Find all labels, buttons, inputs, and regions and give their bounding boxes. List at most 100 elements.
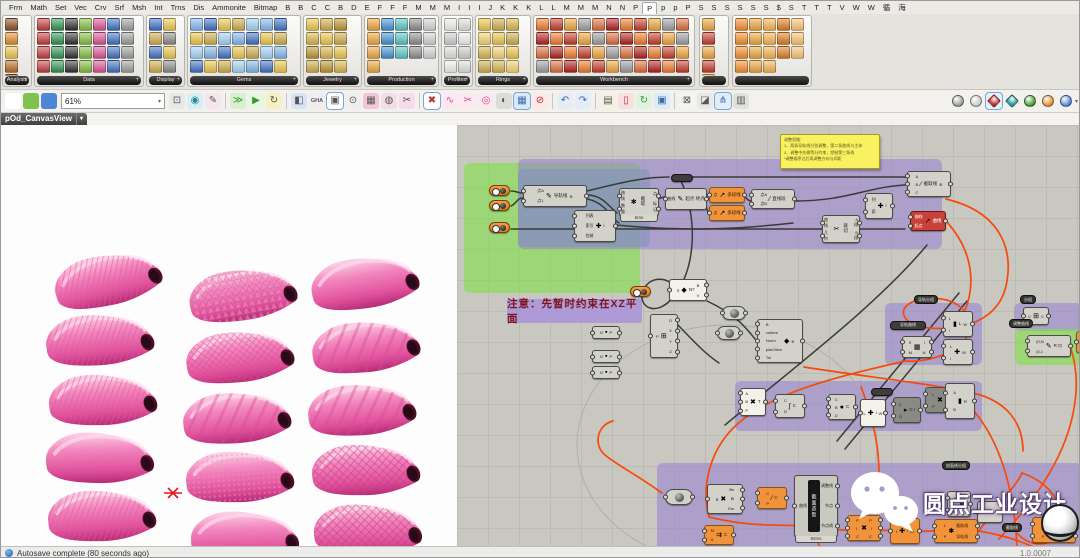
out-port[interactable] xyxy=(917,529,922,534)
tool-icon[interactable] xyxy=(749,46,762,59)
in-port[interactable] xyxy=(888,529,893,534)
tool-icon[interactable] xyxy=(620,60,633,73)
in-port[interactable] xyxy=(738,408,743,413)
tool-icon[interactable] xyxy=(51,46,64,59)
component-8[interactable]: 点↗多段线 xyxy=(709,205,745,221)
panel-expand-icon[interactable]: + xyxy=(23,76,27,85)
tool-icon[interactable] xyxy=(506,18,519,31)
in-port[interactable] xyxy=(863,198,868,203)
component-32[interactable]: SM▦IN xyxy=(902,336,932,358)
tool-icon[interactable] xyxy=(458,32,471,45)
in-port[interactable] xyxy=(891,402,896,407)
grid-view-icon[interactable]: ▦ xyxy=(514,93,530,109)
component-40[interactable]: B✖BnBiEm xyxy=(707,484,743,514)
tool-icon[interactable] xyxy=(204,46,217,59)
menu-item-p[interactable]: p xyxy=(657,2,669,13)
tool-icon[interactable] xyxy=(65,32,78,45)
component-14[interactable] xyxy=(671,174,693,182)
tool-icon[interactable] xyxy=(51,18,64,31)
menu-item-w[interactable]: W xyxy=(864,2,879,13)
tool-icon[interactable] xyxy=(204,32,217,45)
menu-item-frm[interactable]: Frm xyxy=(5,2,26,13)
tool-icon[interactable] xyxy=(381,46,394,59)
display-mode-icon[interactable]: ▥ xyxy=(733,93,749,109)
tool-icon[interactable] xyxy=(260,32,273,45)
tool-icon[interactable] xyxy=(702,46,715,59)
tool-icon[interactable] xyxy=(634,46,647,59)
in-port[interactable] xyxy=(1030,534,1035,539)
out-port[interactable] xyxy=(675,328,680,333)
in-port[interactable] xyxy=(648,334,653,339)
out-port[interactable] xyxy=(784,496,789,501)
component-39[interactable] xyxy=(665,489,693,505)
tool-icon[interactable] xyxy=(107,32,120,45)
out-port[interactable] xyxy=(690,495,695,500)
menu-item-k[interactable]: K xyxy=(522,2,535,13)
undo-icon[interactable]: ↶ xyxy=(557,93,573,109)
in-port[interactable] xyxy=(826,405,831,410)
preview-shaded-gem-icon[interactable] xyxy=(986,93,1002,109)
in-port[interactable] xyxy=(773,398,778,403)
package-icon[interactable]: ▦ xyxy=(363,93,379,109)
tool-icon[interactable] xyxy=(190,60,203,73)
menu-item-p[interactable]: P xyxy=(682,2,695,13)
tool-icon[interactable] xyxy=(620,32,633,45)
tool-icon[interactable] xyxy=(791,32,804,45)
menu-item-t[interactable]: T xyxy=(798,2,811,13)
group-tag[interactable]: 调整曲线 xyxy=(1009,319,1033,328)
out-port[interactable] xyxy=(1068,344,1073,349)
component-19[interactable]: O▪P xyxy=(592,326,620,339)
tool-icon[interactable] xyxy=(409,46,422,59)
tool-icon[interactable] xyxy=(93,60,106,73)
chevron-down-icon[interactable]: ▾ xyxy=(158,98,161,105)
component-28[interactable]: CO▸C I xyxy=(893,397,921,423)
in-port[interactable] xyxy=(738,400,743,405)
tool-icon[interactable] xyxy=(662,46,675,59)
component-9[interactable]: 点A点B∕直线段 xyxy=(751,189,795,209)
new-file-icon[interactable] xyxy=(5,93,21,109)
in-port[interactable] xyxy=(845,534,850,539)
in-port[interactable] xyxy=(1030,522,1035,527)
tool-icon[interactable] xyxy=(444,46,457,59)
tool-icon[interactable] xyxy=(648,60,661,73)
preview-eye-icon[interactable]: ◉ xyxy=(187,93,203,109)
component-33[interactable]: Li▮LW xyxy=(943,311,973,337)
marquee-delete-icon[interactable]: ⊠ xyxy=(679,93,695,109)
tool-icon[interactable] xyxy=(506,46,519,59)
panel-expand-icon[interactable]: + xyxy=(292,76,296,85)
menu-item-s[interactable]: S xyxy=(734,2,747,13)
in-port[interactable] xyxy=(900,340,905,345)
grasshopper-canvas[interactable]: 点A点1✎导轨线⊕列表索引包装✚i曲线数量✱截取点标记5ms曲线✎起点 终点点↗… xyxy=(457,125,1080,546)
tool-icon[interactable] xyxy=(218,32,231,45)
in-port[interactable] xyxy=(773,409,778,414)
tool-icon[interactable] xyxy=(121,60,134,73)
tool-icon[interactable] xyxy=(37,46,50,59)
tool-icon[interactable] xyxy=(367,32,380,45)
tool-icon[interactable] xyxy=(107,18,120,31)
tool-icon[interactable] xyxy=(458,18,471,31)
out-port[interactable] xyxy=(835,524,840,529)
out-port[interactable] xyxy=(617,354,622,359)
tool-icon[interactable] xyxy=(37,18,50,31)
in-port[interactable] xyxy=(590,354,595,359)
out-port[interactable] xyxy=(613,224,618,229)
tool-icon[interactable] xyxy=(564,32,577,45)
panel-expand-icon[interactable]: + xyxy=(464,76,468,85)
tool-icon[interactable] xyxy=(306,18,319,31)
menu-item-m[interactable]: M xyxy=(560,2,574,13)
delete-icon[interactable]: ▯ xyxy=(618,93,634,109)
in-port[interactable] xyxy=(707,193,712,198)
tool-icon[interactable] xyxy=(763,60,776,73)
in-port[interactable] xyxy=(975,510,980,515)
tool-icon[interactable] xyxy=(662,32,675,45)
menu-item-j[interactable]: J xyxy=(484,2,496,13)
menu-item-m[interactable]: M xyxy=(574,2,588,13)
tool-icon[interactable] xyxy=(232,60,245,73)
tool-icon[interactable] xyxy=(334,18,347,31)
tool-icon[interactable] xyxy=(478,46,491,59)
preview-wire-sphere-icon[interactable] xyxy=(968,93,984,109)
in-port[interactable] xyxy=(900,350,905,355)
profiler-icon[interactable]: ◪ xyxy=(697,93,713,109)
tool-icon[interactable] xyxy=(218,18,231,31)
tool-icon[interactable] xyxy=(676,18,689,31)
